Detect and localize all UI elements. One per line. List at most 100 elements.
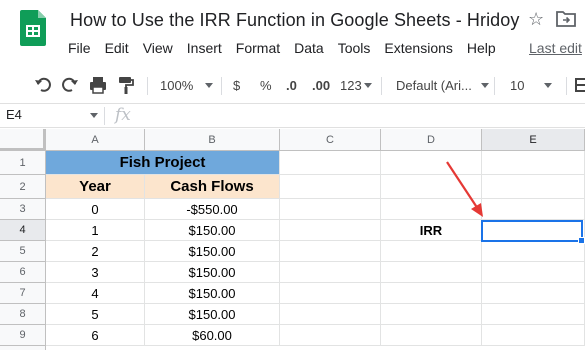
sheets-logo-icon[interactable] (20, 10, 46, 46)
cell-d9[interactable] (381, 325, 482, 346)
chevron-down-icon (480, 82, 489, 88)
font-family-select[interactable]: Default (Ari... (396, 75, 489, 95)
formula-divider (104, 107, 105, 125)
year-cell[interactable]: 0 (46, 199, 145, 220)
cell-c2[interactable] (280, 175, 381, 199)
print-icon[interactable] (89, 75, 107, 95)
cell-d6[interactable] (381, 262, 482, 283)
percent-format-button[interactable]: % (260, 75, 272, 95)
select-all-corner[interactable] (0, 129, 46, 151)
year-cell[interactable]: 3 (46, 262, 145, 283)
row-header-2[interactable]: 2 (0, 175, 46, 199)
row-header-8[interactable]: 8 (0, 304, 46, 325)
paint-format-icon[interactable] (117, 75, 135, 95)
cell-c9[interactable] (280, 325, 381, 346)
cash-flow-cell[interactable]: $150.00 (145, 262, 280, 283)
menu-extensions[interactable]: Extensions (384, 40, 452, 58)
menu-data[interactable]: Data (294, 40, 324, 58)
column-header-d[interactable]: D (381, 129, 482, 151)
toolbar-divider (147, 77, 148, 95)
decrease-decimal-button[interactable]: .0 (286, 75, 297, 95)
chevron-down-icon (90, 113, 98, 118)
more-formats-label: 123 (340, 77, 362, 93)
active-cell-selection[interactable] (481, 220, 583, 242)
fill-handle[interactable] (578, 237, 585, 244)
cell-c4[interactable] (280, 220, 381, 241)
star-icon[interactable]: ☆ (528, 9, 544, 30)
row-header-9[interactable]: 9 (0, 325, 46, 346)
cell-e8[interactable] (482, 304, 585, 325)
row-header-3[interactable]: 3 (0, 199, 46, 220)
row-header-6[interactable]: 6 (0, 262, 46, 283)
year-cell[interactable]: 4 (46, 283, 145, 304)
row-header-10[interactable] (0, 346, 46, 350)
column-header-e[interactable]: E (482, 129, 585, 151)
cell-e2[interactable] (482, 175, 585, 199)
row-header-1[interactable]: 1 (0, 151, 46, 175)
name-box[interactable]: E4 (6, 107, 98, 125)
cell-c7[interactable] (280, 283, 381, 304)
chevron-down-icon (544, 82, 553, 88)
cell-d5[interactable] (381, 241, 482, 262)
cash-flow-cell[interactable]: $150.00 (145, 283, 280, 304)
formula-bar: E4 fx (0, 104, 585, 128)
year-cell[interactable]: 2 (46, 241, 145, 262)
menu-view[interactable]: View (143, 40, 173, 58)
menu-tools[interactable]: Tools (338, 40, 371, 58)
font-size-select[interactable]: 10 (510, 75, 553, 95)
menu-edit[interactable]: Edit (105, 40, 129, 58)
cash-flow-cell[interactable]: $150.00 (145, 241, 280, 262)
cell-c1[interactable] (280, 151, 381, 175)
chevron-down-icon (205, 82, 214, 88)
row-header-5[interactable]: 5 (0, 241, 46, 262)
row-header-7[interactable]: 7 (0, 283, 46, 304)
cash-flow-cell[interactable]: -$550.00 (145, 199, 280, 220)
zoom-select[interactable]: 100% (160, 75, 214, 95)
increase-decimal-button[interactable]: .00 (312, 75, 330, 95)
last-edit-link[interactable]: Last edit (529, 40, 582, 56)
cell-e7[interactable] (482, 283, 585, 304)
decrease-decimal-label: .0 (286, 77, 297, 93)
toolbar-divider (494, 77, 495, 95)
cell-d7[interactable] (381, 283, 482, 304)
menu-help[interactable]: Help (467, 40, 496, 58)
year-header-cell[interactable]: Year (46, 175, 145, 199)
cell-e6[interactable] (482, 262, 585, 283)
cell-c5[interactable] (280, 241, 381, 262)
more-options-icon[interactable] (575, 75, 585, 95)
undo-icon[interactable] (34, 75, 52, 95)
cell-e3[interactable] (482, 199, 585, 220)
cash-flow-cell[interactable]: $150.00 (145, 304, 280, 325)
cell-d8[interactable] (381, 304, 482, 325)
year-cell[interactable]: 1 (46, 220, 145, 241)
currency-format-button[interactable]: $ (233, 75, 240, 95)
row-header-4[interactable]: 4 (0, 220, 46, 241)
spreadsheet-grid[interactable]: A B C D E 1 2 3 4 5 6 7 8 9 Fish Project… (0, 129, 585, 350)
year-cell[interactable]: 6 (46, 325, 145, 346)
column-header-c[interactable]: C (280, 129, 381, 151)
menu-insert[interactable]: Insert (187, 40, 222, 58)
cell-e1[interactable] (482, 151, 585, 175)
cash-flow-cell[interactable]: $60.00 (145, 325, 280, 346)
year-cell[interactable]: 5 (46, 304, 145, 325)
cash-flow-cell[interactable]: $150.00 (145, 220, 280, 241)
more-formats-select[interactable]: 123 (340, 75, 372, 95)
move-to-folder-icon[interactable] (555, 9, 577, 29)
cell-e9[interactable] (482, 325, 585, 346)
menu-format[interactable]: Format (236, 40, 280, 58)
menu-file[interactable]: File (68, 40, 91, 58)
redo-icon[interactable] (61, 75, 79, 95)
cash-flows-header-cell[interactable]: Cash Flows (145, 175, 280, 199)
cell-c6[interactable] (280, 262, 381, 283)
column-header-b[interactable]: B (145, 129, 280, 151)
red-arrow-icon (446, 161, 483, 217)
irr-label-cell[interactable]: IRR (381, 220, 482, 241)
cell-c8[interactable] (280, 304, 381, 325)
column-header-a[interactable]: A (46, 129, 145, 151)
cell-e5[interactable] (482, 241, 585, 262)
currency-label: $ (233, 77, 241, 93)
project-title-cell[interactable]: Fish Project (46, 151, 280, 175)
cell-c3[interactable] (280, 199, 381, 220)
document-title[interactable]: How to Use the IRR Function in Google Sh… (70, 10, 520, 31)
cell-reference: E4 (6, 107, 22, 122)
